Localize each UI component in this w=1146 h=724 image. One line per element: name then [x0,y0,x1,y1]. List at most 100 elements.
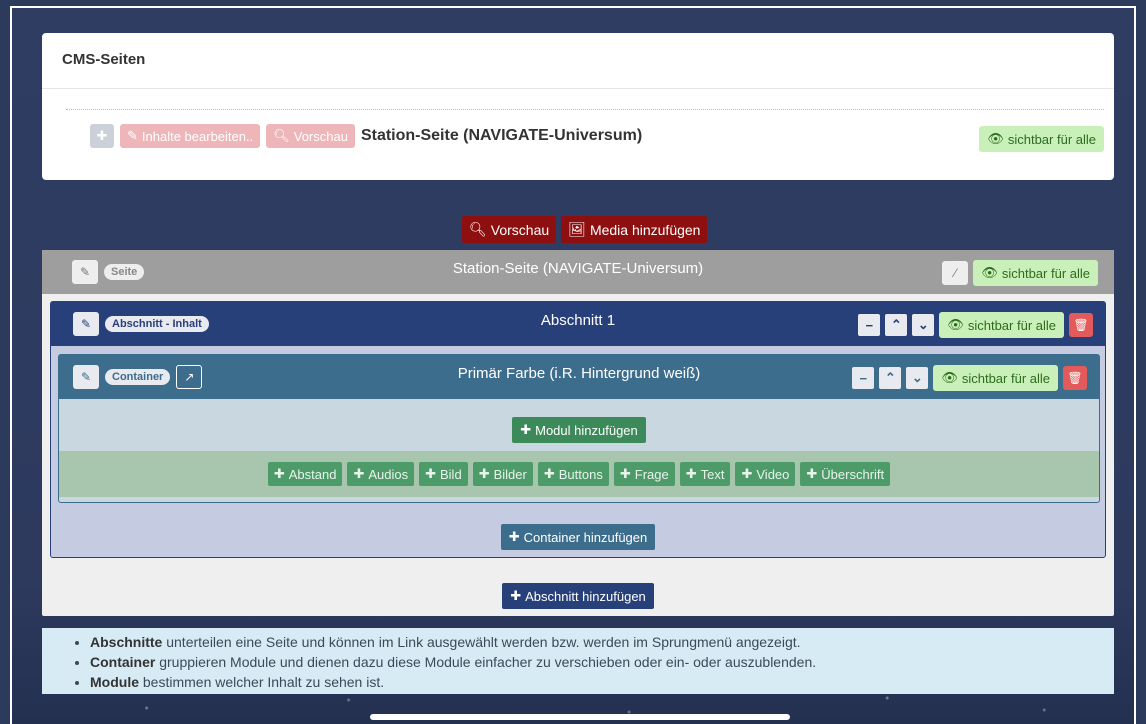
eye-icon: 👁︎ [987,131,1004,146]
section-header: ✎ Abschnitt - Inhalt Abschnitt 1 − ⌃ ⌄ 👁… [51,302,1105,346]
page-visibility-label: sichtbar für alle [1001,265,1090,281]
module-label: Video [756,466,790,482]
collapse-container-button[interactable]: − [852,367,875,389]
collapse-section-button[interactable]: − [858,314,881,336]
module-type-bar: ✚ Abstand ✚ Audios ✚ Bild ✚ Bilder ✚ Buttons … [59,451,1099,497]
info-item: Module bestimmen welcher Inhalt zu sehen… [90,672,1114,692]
plus-icon: ✚ [96,128,108,143]
move-section-down-button[interactable]: ⌄ [912,314,935,336]
module-bilder-button[interactable]: ✚ Bilder [472,462,533,486]
module-label: Bild [440,466,462,482]
module-label: Audios [368,466,409,482]
trash-icon: 🗑︎ [1073,318,1089,332]
plus-icon: ✚ [508,529,520,544]
move-container-down-button[interactable]: ⌄ [906,367,929,389]
add-container-button[interactable]: ✚ Container hinzufügen [500,524,656,550]
cms-panel-header: CMS-Seiten [42,33,1114,89]
add-media-label: Media hinzufügen [589,221,701,238]
add-module-label: Modul hinzufügen [535,422,638,438]
magic-wand-icon: ⁄ [954,266,957,280]
info-item: Container gruppieren Module und dienen d… [90,652,1114,672]
module-buttons-button[interactable]: ✚ Buttons [537,462,609,486]
plus-icon: ✚ [353,466,365,481]
add-section-button[interactable]: ✚ Abschnitt hinzufügen [502,583,654,609]
module-label: Überschrift [821,466,885,482]
search-icon: 🔍︎ [469,221,487,237]
add-module-button[interactable]: ✚ Modul hinzufügen [512,417,646,443]
chevron-up-icon: ⌃ [884,370,896,385]
move-container-up-button[interactable]: ⌃ [879,367,902,389]
info-term: Container [90,654,156,670]
plus-icon: ✚ [619,466,631,481]
edit-contents-label: Inhalte bearbeiten.. [141,128,254,144]
edit-icon: ✎ [127,128,138,143]
page-visibility-badge[interactable]: 👁︎ sichtbar für alle [973,260,1098,286]
module-label: Frage [634,466,669,482]
info-term: Module [90,674,139,690]
add-container-label: Container hinzufügen [523,529,648,545]
plus-icon: ✚ [510,588,522,603]
container-block: ✎ Container ↗ Primär Farbe (i.R. Hinterg… [58,354,1100,503]
delete-container-button[interactable]: 🗑︎ [1063,366,1087,390]
cms-page-title: Station-Seite (NAVIGATE-Universum) [360,127,643,144]
info-text: unterteilen eine Seite und können im Lin… [162,634,801,650]
eye-icon: 👁︎ [947,317,964,332]
add-subpage-button[interactable]: ✚ [90,124,114,148]
info-text: gruppieren Module und dienen dazu diese … [155,654,817,670]
container-visibility-label: sichtbar für alle [961,370,1050,386]
info-term: Abschnitte [90,634,163,650]
help-info-box: Abschnitte unterteilen eine Seite und kö… [42,628,1114,694]
delete-section-button[interactable]: 🗑︎ [1069,313,1093,337]
plus-icon: ✚ [543,466,555,481]
module-label: Bilder [493,466,527,482]
home-indicator[interactable] [370,714,790,720]
module-label: Buttons [558,466,603,482]
plus-icon: ✚ [273,466,285,481]
section-block: ✎ Abschnitt - Inhalt Abschnitt 1 − ⌃ ⌄ 👁… [50,301,1106,558]
chevron-down-icon: ⌄ [917,317,929,332]
image-icon: 🖼︎ [568,221,586,237]
preview-button[interactable]: 🔍︎ Vorschau [462,216,557,243]
plus-icon: ✚ [806,466,818,481]
cms-pages-panel: CMS-Seiten ✚ ✎ Inhalte bearbeiten.. 🔍︎ V… [42,33,1114,180]
minus-icon: − [859,370,868,386]
plus-icon: ✚ [425,466,436,481]
add-media-button[interactable]: 🖼︎ Media hinzufügen [561,216,708,243]
search-icon: 🔍︎ [273,128,290,143]
module-video-button[interactable]: ✚ Video [735,462,796,486]
magic-wand-button[interactable]: ⁄ [942,261,969,285]
module-audios-button[interactable]: ✚ Audios [347,462,415,486]
plus-icon: ✚ [478,466,490,481]
row-preview-button[interactable]: 🔍︎ Vorschau [266,124,355,148]
module-frage-button[interactable]: ✚ Frage [613,462,675,486]
chevron-down-icon: ⌄ [911,370,923,385]
section-visibility-label: sichtbar für alle [967,317,1056,333]
page-header: ✎ Seite Station-Seite (NAVIGATE-Universu… [42,250,1114,294]
cms-visibility-badge[interactable]: 👁︎ sichtbar für alle [979,126,1104,152]
top-actions: 🔍︎ Vorschau 🖼︎ Media hinzufügen [462,216,708,243]
module-ueberschrift-button[interactable]: ✚ Überschrift [800,462,891,486]
row-preview-label: Vorschau [293,128,348,144]
preview-label: Vorschau [490,221,550,238]
move-section-up-button[interactable]: ⌃ [885,314,908,336]
edit-contents-button[interactable]: ✎ Inhalte bearbeiten.. [120,124,261,148]
container-header: ✎ Container ↗ Primär Farbe (i.R. Hinterg… [59,355,1099,399]
module-label: Text [700,466,725,482]
chevron-up-icon: ⌃ [890,317,902,332]
trash-icon: 🗑︎ [1067,371,1083,385]
module-abstand-button[interactable]: ✚ Abstand [267,462,343,486]
module-label: Abstand [288,466,337,482]
module-bild-button[interactable]: ✚ Bild [419,462,468,486]
plus-icon: ✚ [741,466,753,481]
plus-icon: ✚ [685,466,697,481]
eye-icon: 👁︎ [981,265,998,280]
plus-icon: ✚ [520,422,532,437]
cms-visibility-label: sichtbar für alle [1007,131,1096,147]
section-visibility-badge[interactable]: 👁︎ sichtbar für alle [939,312,1064,338]
module-text-button[interactable]: ✚ Text [679,462,731,486]
container-visibility-badge[interactable]: 👁︎ sichtbar für alle [933,365,1058,391]
page-editor: ✎ Seite Station-Seite (NAVIGATE-Universu… [42,250,1114,616]
minus-icon: − [865,317,874,333]
info-text: bestimmen welcher Inhalt zu sehen ist. [139,674,385,690]
cms-page-row: ✚ ✎ Inhalte bearbeiten.. 🔍︎ Vorschau Sta… [66,109,1104,152]
